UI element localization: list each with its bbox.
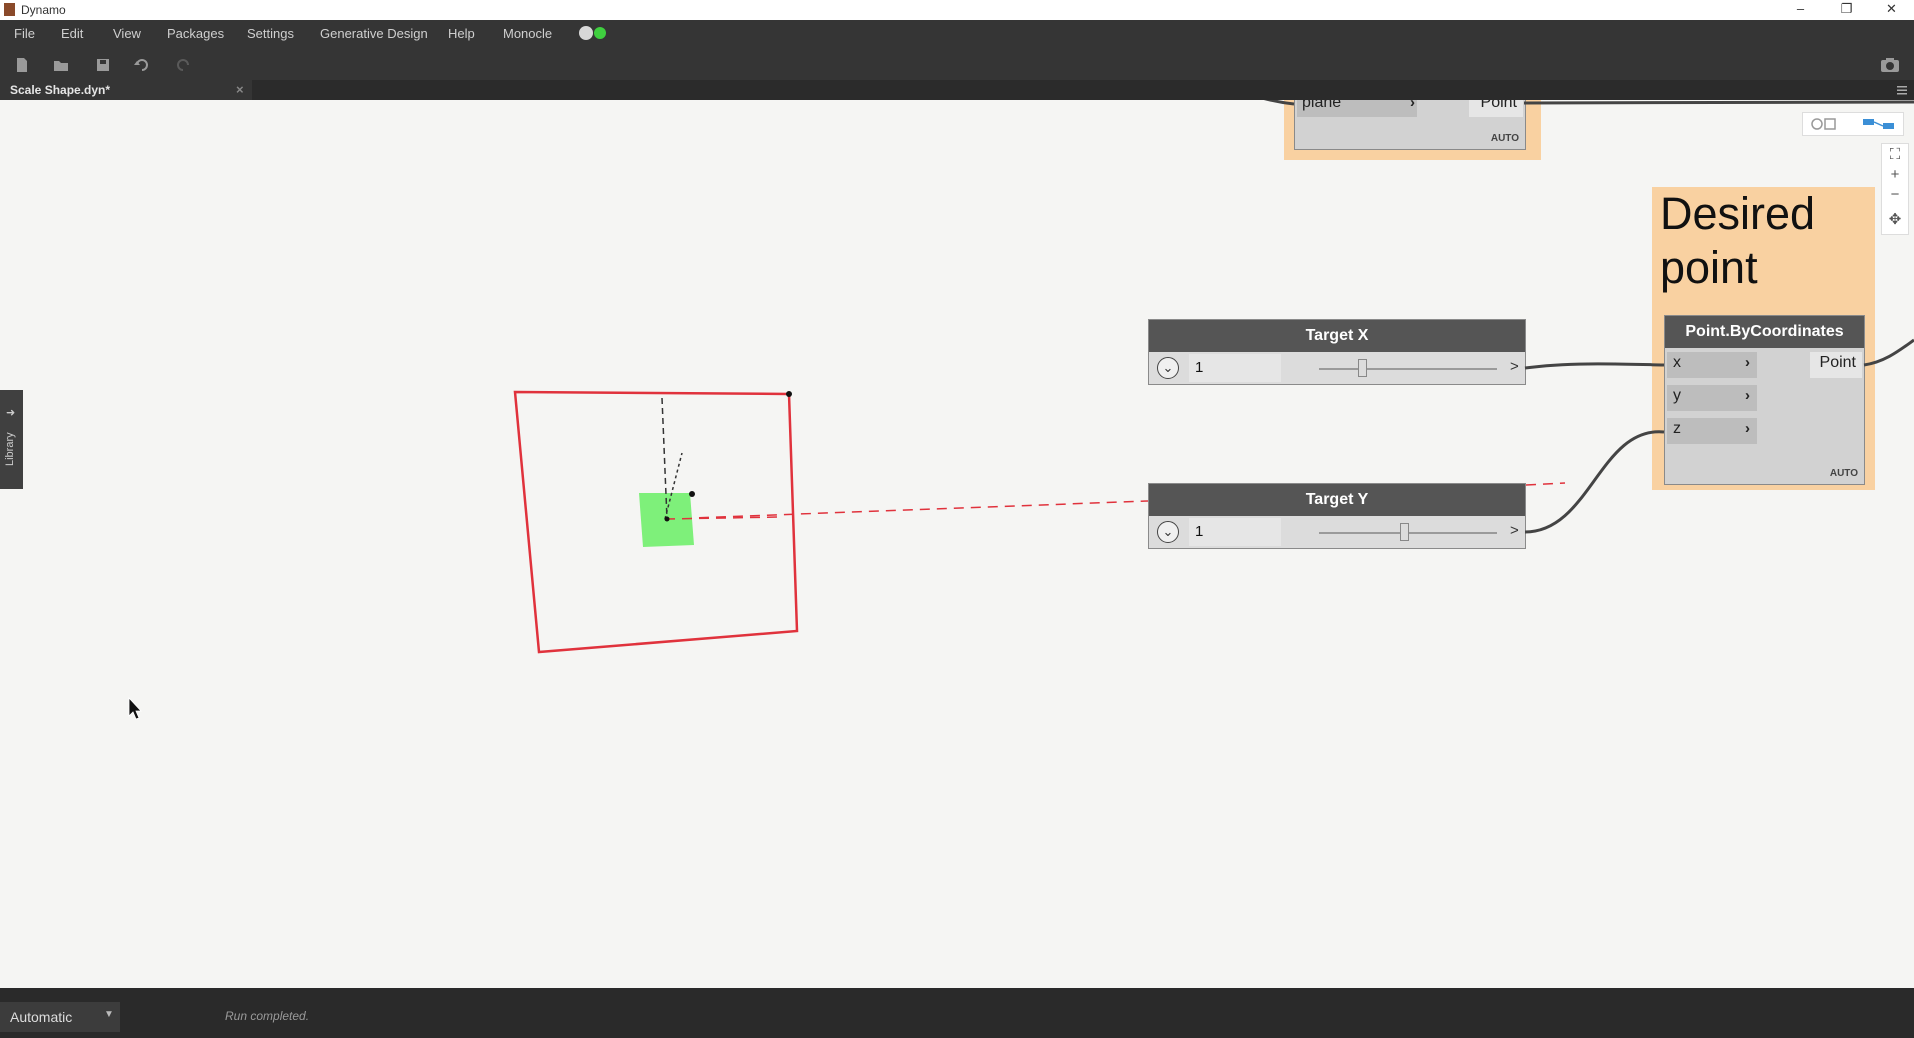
node-title: Target X <box>1149 320 1525 352</box>
port-arrow-icon: › <box>1410 100 1415 111</box>
node-title: Point.ByCoordinates <box>1665 316 1864 348</box>
dynamo-app-icon <box>4 3 15 16</box>
slider-value[interactable]: 1 <box>1189 354 1281 382</box>
corner-point <box>689 491 695 497</box>
dashed-distance-line <box>664 500 1149 520</box>
slider-thumb[interactable] <box>1357 359 1367 377</box>
port-arrow-icon: › <box>1745 354 1750 371</box>
original-shape <box>639 493 694 547</box>
slider-expand-chevron-icon[interactable]: ⌄ <box>1157 357 1179 379</box>
close-window-button[interactable]: ✕ <box>1869 0 1914 20</box>
run-mode-value: Automatic <box>10 1009 73 1025</box>
slider-value[interactable]: 1 <box>1189 518 1281 546</box>
graph-canvas[interactable]: plane › Point AUTO Desired point Point.B… <box>0 100 1914 988</box>
pan-icon[interactable]: ✥ <box>1882 210 1908 228</box>
window-title: Dynamo <box>21 3 66 17</box>
camera-icon[interactable] <box>1879 56 1901 74</box>
connector-wire <box>1524 362 1665 370</box>
background-3d-preview-icon[interactable] <box>1809 116 1845 132</box>
node-target-x[interactable]: Target X ⌄ 1 > <box>1148 319 1526 385</box>
node-target-y[interactable]: Target Y ⌄ 1 > <box>1148 483 1526 549</box>
window-title-bar: Dynamo – ❐ ✕ <box>0 0 1914 20</box>
zoom-out-icon[interactable]: − <box>1882 186 1908 203</box>
corner-point <box>786 391 792 397</box>
status-bar: Automatic ▼ Run completed. <box>0 988 1914 1038</box>
minimize-button[interactable]: – <box>1778 0 1823 20</box>
lacing-label: AUTO <box>1829 468 1858 479</box>
slider-track[interactable] <box>1319 368 1497 370</box>
slider-settings-toggle[interactable]: > <box>1510 522 1519 539</box>
dashed-distance-line <box>1525 482 1566 486</box>
menu-bar: File Edit View Packages Settings Generat… <box>0 20 1914 50</box>
input-port-z[interactable]: z <box>1673 420 1681 438</box>
menu-file[interactable]: File <box>14 26 35 41</box>
new-file-icon[interactable] <box>13 56 31 74</box>
group-title: Desired point <box>1660 188 1816 293</box>
tab-label: Scale Shape.dyn* <box>10 83 111 97</box>
edge-line <box>664 516 781 520</box>
tab-close-icon[interactable]: × <box>236 82 244 97</box>
redo-icon[interactable] <box>174 56 192 74</box>
open-file-icon[interactable] <box>52 56 70 74</box>
port-arrow-icon: › <box>1745 420 1750 437</box>
hamburger-menu-icon[interactable] <box>1896 84 1908 96</box>
run-status-text: Run completed. <box>225 1009 310 1023</box>
notification-alert-icon[interactable] <box>579 26 593 40</box>
toolbar <box>0 50 1914 80</box>
expand-arrow-icon: ➜ <box>6 407 16 419</box>
node-top-partial[interactable]: plane › Point AUTO <box>1294 100 1526 150</box>
library-label: Library <box>4 432 16 466</box>
menu-monocle[interactable]: Monocle <box>503 26 552 41</box>
output-port-point[interactable]: Point <box>1481 100 1517 112</box>
zoom-controls: ⛶ + − ✥ <box>1881 143 1909 235</box>
graph-view-icon[interactable] <box>1861 116 1897 132</box>
node-title: Target Y <box>1149 484 1525 516</box>
slider-settings-toggle[interactable]: > <box>1510 358 1519 375</box>
port-arrow-icon: › <box>1745 387 1750 404</box>
output-port-point[interactable]: Point <box>1820 354 1856 372</box>
run-mode-dropdown[interactable]: Automatic ▼ <box>0 1002 120 1032</box>
axis-dotted-line <box>664 452 683 520</box>
save-icon[interactable] <box>94 56 112 74</box>
menu-settings[interactable]: Settings <box>247 26 294 41</box>
scaled-shape-outline <box>513 390 799 654</box>
library-tab[interactable]: ➜ Library <box>0 390 23 489</box>
tab-scale-shape[interactable]: Scale Shape.dyn* × <box>0 80 252 100</box>
origin-point <box>664 516 670 522</box>
tab-strip: Scale Shape.dyn* × <box>0 80 1914 100</box>
menu-packages[interactable]: Packages <box>167 26 224 41</box>
node-point-by-coordinates[interactable]: Point.ByCoordinates x y z › › › Point AU… <box>1664 315 1865 485</box>
slider-thumb[interactable] <box>1400 523 1410 541</box>
menu-view[interactable]: View <box>113 26 141 41</box>
slider-expand-chevron-icon[interactable]: ⌄ <box>1157 521 1179 543</box>
undo-icon[interactable] <box>133 56 151 74</box>
view-mode-toggle[interactable] <box>1802 112 1904 136</box>
input-port-x[interactable]: x <box>1673 354 1681 372</box>
menu-help[interactable]: Help <box>448 26 475 41</box>
port-label-plane: plane <box>1302 100 1342 111</box>
zoom-in-icon[interactable]: + <box>1882 166 1908 183</box>
connector-wire <box>1524 430 1665 534</box>
lacing-label: AUTO <box>1490 133 1519 144</box>
menu-generative-design[interactable]: Generative Design <box>320 26 428 41</box>
canvas-overlay <box>128 100 1914 720</box>
restore-button[interactable]: ❐ <box>1824 0 1869 20</box>
connector-wire <box>1523 100 1914 105</box>
status-ok-icon <box>594 27 606 39</box>
mouse-pointer-icon <box>128 696 142 720</box>
input-port-y[interactable]: y <box>1673 387 1681 405</box>
axis-dashed-line <box>661 397 668 520</box>
menu-edit[interactable]: Edit <box>61 26 83 41</box>
chevron-down-icon: ▼ <box>104 1009 114 1020</box>
zoom-to-fit-icon[interactable]: ⛶ <box>1882 146 1908 163</box>
